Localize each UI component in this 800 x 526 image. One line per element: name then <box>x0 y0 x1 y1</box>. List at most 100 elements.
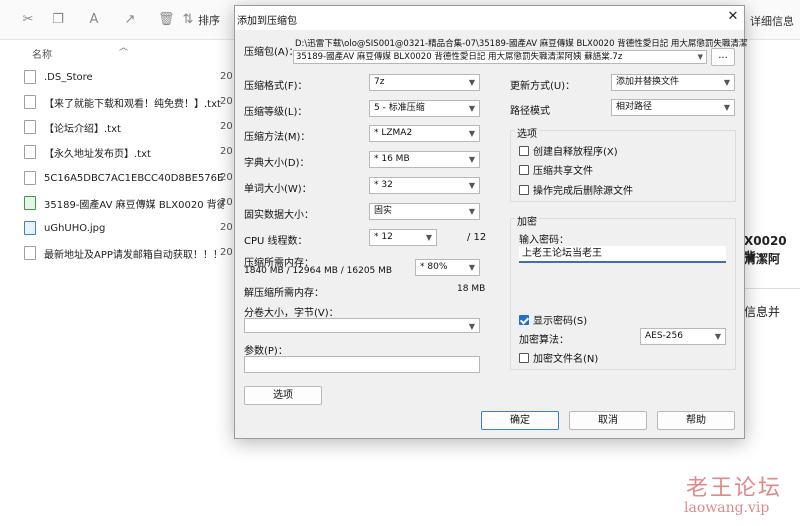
checkbox-label: 显示密码(S) <box>533 316 588 327</box>
close-icon[interactable]: ✕ <box>725 9 741 25</box>
sort-chevron-up-icon: ︿ <box>119 43 129 53</box>
solid-block-value: 固实 <box>374 206 393 216</box>
watermark-logo: 老王论坛 <box>686 476 783 501</box>
archive-directory: D:\迅雷下载\olo@SIS001@0321-精品合集-07\35189-國產… <box>295 39 748 49</box>
file-row[interactable]: 【永久地址发布页】.txt <box>24 141 224 163</box>
memory-usage-select[interactable]: * 80% ▼ <box>415 259 480 276</box>
dialog-title: 添加到压缩包 <box>237 16 297 27</box>
file-date: 20 <box>220 197 233 208</box>
chevron-down-icon: ▼ <box>468 104 475 113</box>
checkbox-box <box>519 145 529 156</box>
file-date: 20 <box>220 71 233 82</box>
text-file-icon <box>24 145 36 159</box>
format-value: 7z <box>374 77 385 87</box>
solid-block-select[interactable]: 固实 ▼ <box>369 203 480 220</box>
dictionary-select[interactable]: * 16 MB ▼ <box>369 151 480 168</box>
show-password-checkbox[interactable]: 显示密码(S) <box>519 312 587 327</box>
chevron-down-icon: ▼ <box>468 78 475 87</box>
parameters-input[interactable] <box>244 356 480 373</box>
archive-path-combo[interactable]: 35189-國產AV 麻豆傳媒 BLX0020 背德性愛日記 用大屌懲罰失職清潔… <box>293 50 707 64</box>
password-label: 输入密码： <box>519 235 569 246</box>
file-name: 5C16A5DBC7AC1EBCC40D8BE576EC... <box>44 172 224 184</box>
ok-button[interactable]: 确定 <box>481 411 559 430</box>
file-row[interactable]: .DS_Store <box>24 66 224 88</box>
level-label: 压缩等级(L)： <box>244 107 308 118</box>
file-row[interactable]: 35189-國產AV 麻豆傳媒 BLX0020 背德... <box>24 192 224 214</box>
chevron-down-icon: ▼ <box>468 155 475 164</box>
divider <box>736 288 800 289</box>
file-icon <box>24 171 36 185</box>
cpu-threads-value: * 12 <box>374 232 393 242</box>
create-sfx-checkbox[interactable]: 创建自释放程序(X) <box>519 143 618 158</box>
word-size-value: * 32 <box>374 180 393 190</box>
file-date: 20 <box>220 121 233 132</box>
update-mode-label: 更新方式(U)： <box>510 81 576 92</box>
add-to-archive-dialog: 添加到压缩包 ✕ 压缩包(A)： D:\迅雷下载\olo@SIS001@0321… <box>234 5 748 439</box>
method-label: 压缩方法(M)： <box>244 132 311 143</box>
dialog-titlebar: 添加到压缩包 ✕ <box>235 6 744 30</box>
cut-icon[interactable]: ✂ <box>20 12 36 28</box>
sort-button[interactable]: 排序 <box>198 12 220 28</box>
sort-icon[interactable]: ⇅ <box>180 12 196 28</box>
format-label: 压缩格式(F)： <box>244 81 308 92</box>
file-row[interactable]: 【来了就能下载和观看！纯免费！】.txt <box>24 91 224 113</box>
word-size-select[interactable]: * 32 ▼ <box>369 177 480 194</box>
file-row[interactable]: uGhUHO.jpg <box>24 217 224 239</box>
watermark-url: laowang.vip <box>684 500 770 516</box>
file-row[interactable]: 5C16A5DBC7AC1EBCC40D8BE576EC... <box>24 167 224 189</box>
chevron-down-icon: ▼ <box>468 181 475 190</box>
encryption-method-label: 加密算法： <box>519 335 569 346</box>
checkbox-box-checked <box>519 314 529 325</box>
file-date: 20 <box>220 146 233 157</box>
checkbox-box <box>519 184 529 195</box>
file-name: 【论坛介绍】.txt <box>44 123 121 135</box>
file-date: 20 <box>220 222 233 233</box>
level-value: 5 - 标准压缩 <box>374 103 425 113</box>
path-mode-select[interactable]: 相对路径 ▼ <box>611 99 735 116</box>
path-mode-value: 相对路径 <box>616 102 653 112</box>
format-select[interactable]: 7z ▼ <box>369 74 480 91</box>
rename-icon[interactable]: A <box>86 12 102 28</box>
decompress-memory-value: 18 MB <box>457 284 486 294</box>
text-file-icon <box>24 95 36 109</box>
update-mode-select[interactable]: 添加并替换文件 ▼ <box>611 74 735 91</box>
encryption-method-value: AES-256 <box>645 331 683 341</box>
preview-info-fragment: 信息并 <box>744 305 781 319</box>
options-button[interactable]: 选项 <box>244 386 322 405</box>
file-row[interactable]: 最新地址及APP请发邮箱自动获取！！！... <box>24 242 224 264</box>
column-header-name[interactable]: 名称 <box>32 46 52 61</box>
file-name: 最新地址及APP请发邮箱自动获取！！！... <box>44 249 224 261</box>
chevron-down-icon: ▼ <box>723 103 730 112</box>
text-file-icon <box>24 246 36 260</box>
copy-icon[interactable]: ❐ <box>50 12 66 28</box>
compress-shared-checkbox[interactable]: 压缩共享文件 <box>519 162 593 177</box>
dictionary-label: 字典大小(D)： <box>244 158 310 169</box>
cpu-threads-label: CPU 线程数： <box>244 236 308 247</box>
text-file-icon <box>24 120 36 134</box>
method-select[interactable]: * LZMA2 ▼ <box>369 125 480 142</box>
encryption-method-select[interactable]: AES-256 ▼ <box>640 328 726 345</box>
checkbox-label: 加密文件名(N) <box>533 354 599 365</box>
details-button[interactable]: 详细信息 <box>750 13 794 29</box>
password-input[interactable]: 上老王论坛当老王 <box>519 246 726 263</box>
file-icon <box>24 70 36 84</box>
help-button[interactable]: 帮助 <box>657 411 735 430</box>
browse-button[interactable]: ... <box>711 48 735 66</box>
delete-after-checkbox[interactable]: 操作完成后删除源文件 <box>519 182 633 197</box>
chevron-down-icon: ▼ <box>468 129 475 138</box>
cpu-threads-select[interactable]: * 12 ▼ <box>369 229 437 246</box>
memory-usage-value: * 80% <box>420 262 448 272</box>
cpu-threads-total: / 12 <box>467 232 487 243</box>
share-icon[interactable]: ↗ <box>122 12 138 28</box>
delete-icon[interactable]: 🗑 <box>158 12 175 28</box>
path-mode-label: 路径模式 <box>510 106 550 117</box>
cancel-button[interactable]: 取消 <box>569 411 647 430</box>
file-name: 【永久地址发布页】.txt <box>44 148 151 160</box>
chevron-down-icon: ▼ <box>714 332 721 341</box>
chevron-down-icon: ▼ <box>468 207 475 216</box>
level-select[interactable]: 5 - 标准压缩 ▼ <box>369 100 480 117</box>
encrypt-filenames-checkbox[interactable]: 加密文件名(N) <box>519 350 598 365</box>
chevron-down-icon: ▼ <box>697 53 703 61</box>
split-volume-combo[interactable]: ▼ <box>244 318 480 333</box>
file-row[interactable]: 【论坛介绍】.txt <box>24 116 224 138</box>
